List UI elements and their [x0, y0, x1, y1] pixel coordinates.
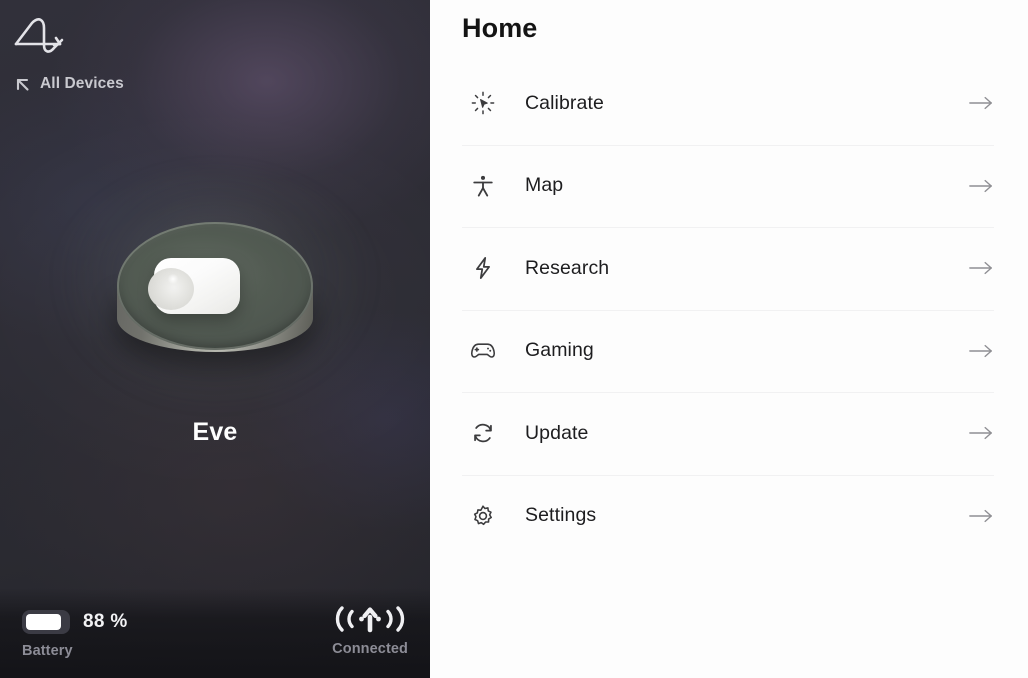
menu-item-map[interactable]: Map — [446, 144, 994, 228]
menu-panel: Home Calibrate Map Research Gaming Updat… — [430, 0, 1028, 678]
gamepad-icon — [466, 336, 500, 366]
device-dashboard: All Devices Eve 88 % Battery Connected H… — [0, 0, 1028, 678]
battery-row: 88 % — [22, 608, 128, 636]
arrow-right-icon — [964, 340, 994, 362]
battery-status: 88 % Battery — [22, 608, 128, 659]
menu-item-label: Map — [525, 174, 564, 197]
page-title: Home — [462, 13, 538, 43]
menu-item-gaming[interactable]: Gaming — [446, 309, 994, 393]
arrow-right-icon — [964, 505, 994, 527]
menu-item-label: Research — [525, 256, 610, 279]
connection-status: Connected — [332, 604, 408, 657]
back-to-all-devices-link[interactable]: All Devices — [14, 70, 124, 98]
waveform-logo-icon — [12, 14, 72, 58]
device-render — [0, 165, 430, 415]
device-panel: All Devices Eve 88 % Battery Connected — [0, 0, 430, 678]
home-menu-list: Calibrate Map Research Gaming Update Set… — [446, 62, 994, 557]
menu-item-label: Update — [525, 421, 589, 444]
back-link-label: All Devices — [40, 75, 124, 93]
menu-item-research[interactable]: Research — [446, 227, 994, 310]
menu-item-label: Settings — [525, 504, 597, 527]
device-name: Eve — [192, 418, 238, 446]
battery-percentage: 88 % — [83, 611, 128, 632]
device-mouse-highlight — [167, 274, 179, 284]
arrow-right-icon — [964, 422, 994, 444]
gear-icon — [466, 501, 500, 531]
battery-label: Battery — [22, 643, 73, 659]
arrow-right-icon — [964, 175, 994, 197]
calibrate-cursor-icon — [466, 88, 500, 118]
arrow-right-icon — [964, 92, 994, 114]
arrow-right-icon — [964, 257, 994, 279]
back-arrow-icon — [14, 76, 31, 93]
menu-item-label: Gaming — [525, 339, 594, 362]
device-status-bar: 88 % Battery Connected — [0, 588, 430, 678]
wireless-signal-icon — [333, 604, 407, 634]
battery-icon — [22, 610, 70, 634]
battery-fill — [26, 614, 62, 630]
connection-label: Connected — [332, 641, 408, 657]
refresh-sync-icon — [466, 418, 500, 448]
accessibility-person-icon — [466, 171, 500, 201]
menu-item-calibrate[interactable]: Calibrate — [446, 62, 994, 145]
menu-item-update[interactable]: Update — [446, 392, 994, 475]
menu-item-settings[interactable]: Settings — [446, 474, 994, 558]
lightning-bolt-icon — [466, 253, 500, 283]
menu-item-label: Calibrate — [525, 91, 604, 114]
